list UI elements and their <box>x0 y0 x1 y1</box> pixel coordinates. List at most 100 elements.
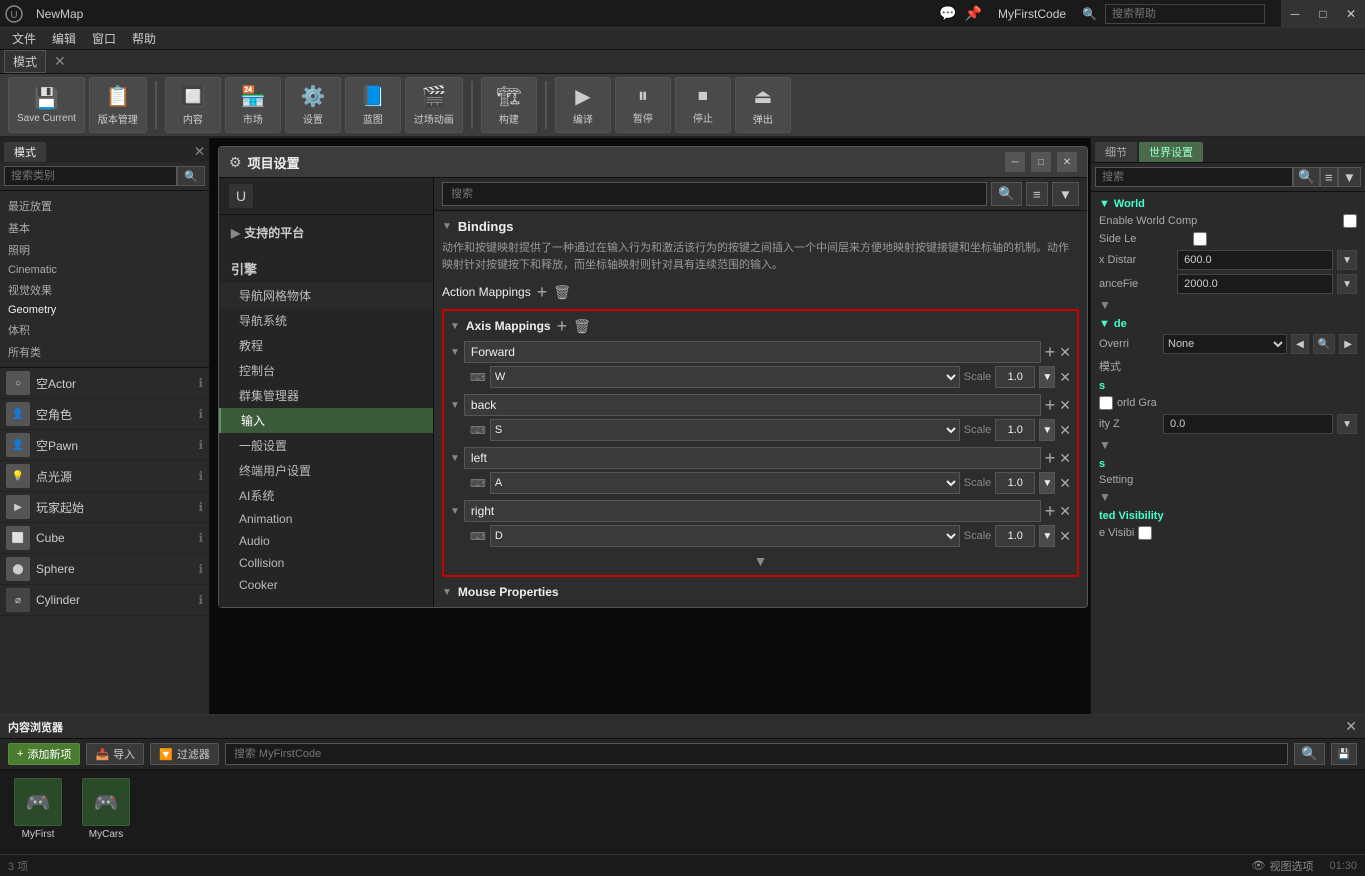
title-search-input[interactable] <box>1105 4 1265 24</box>
dialog-minimize-button[interactable]: ─ <box>1005 152 1025 172</box>
right-scale-input[interactable] <box>995 525 1035 547</box>
forward-key-remove-button[interactable]: ✕ <box>1059 369 1071 386</box>
mode-toggle-x[interactable]: ✕ <box>54 53 66 70</box>
cb-import-button[interactable]: 📥 导入 <box>86 743 144 765</box>
mode-panel-close[interactable]: ✕ <box>194 142 205 162</box>
mode-tab[interactable]: 模式 <box>4 142 46 162</box>
category-cinematic[interactable]: Cinematic <box>0 261 209 279</box>
category-geometry[interactable]: Geometry <box>0 301 209 319</box>
x-distance-expand[interactable]: ▼ <box>1337 250 1357 270</box>
back-key-dropdown[interactable]: S <box>490 419 960 441</box>
view-options-button[interactable]: 👁 视图选项 <box>1252 858 1314 874</box>
back-add-key-button[interactable]: + <box>1045 396 1056 414</box>
toolbar-eject-button[interactable]: ⏏ 弹出 <box>735 77 791 133</box>
forward-scale-toggle-button[interactable]: ▼ <box>1039 366 1055 388</box>
bindings-collapse-arrow[interactable]: ▼ <box>442 221 452 232</box>
right-options-button[interactable]: ▼ <box>1338 167 1361 187</box>
cb-add-button[interactable]: + 添加新项 <box>8 743 80 765</box>
menu-window[interactable]: 窗口 <box>84 28 124 50</box>
dialog-search-input[interactable] <box>442 182 987 206</box>
detail-tab[interactable]: 细节 <box>1095 142 1137 162</box>
toolbar-settings-button[interactable]: ⚙️ 设置 <box>285 77 341 133</box>
back-key-remove-button[interactable]: ✕ <box>1059 422 1071 439</box>
cb-close-button[interactable]: ✕ <box>1345 718 1357 735</box>
category-volume[interactable]: 体积 <box>0 319 209 341</box>
actor-cube[interactable]: ⬜ Cube ℹ <box>0 523 209 554</box>
actor-search-button[interactable]: 🔍 <box>177 166 205 186</box>
sidebar-item-collision[interactable]: Collision <box>219 552 433 574</box>
toolbar-version-button[interactable]: 📋 版本管理 <box>89 77 147 133</box>
actor-cylinder[interactable]: ⌀ Cylinder ℹ <box>0 585 209 616</box>
dialog-maximize-button[interactable]: □ <box>1031 152 1051 172</box>
left-collapse-icon[interactable]: ▼ <box>450 453 460 464</box>
sidebar-item-audio[interactable]: Audio <box>219 530 433 552</box>
right-search-button[interactable]: 🔍 <box>1293 167 1320 187</box>
right-search-input[interactable] <box>1095 167 1293 187</box>
category-basic[interactable]: 基本 <box>0 217 209 239</box>
actor-empty-pawn[interactable]: 👤 空Pawn ℹ <box>0 430 209 461</box>
actor-player-start[interactable]: ▶ 玩家起始 ℹ <box>0 492 209 523</box>
left-key-dropdown[interactable]: A <box>490 472 960 494</box>
forward-key-dropdown[interactable]: W <box>490 366 960 388</box>
world-section-arrow[interactable]: ▼ <box>1099 198 1110 210</box>
lod-section-arrow[interactable]: ▼ <box>1099 318 1110 330</box>
enable-world-comp-checkbox[interactable] <box>1343 214 1357 228</box>
axis-delete-button[interactable]: 🗑 <box>573 318 591 335</box>
sidebar-item-tutorial[interactable]: 教程 <box>219 333 433 358</box>
menu-help[interactable]: 帮助 <box>124 28 164 50</box>
dialog-options-button[interactable]: ▼ <box>1052 182 1079 206</box>
right-name-input[interactable] <box>464 500 1041 522</box>
left-name-input[interactable] <box>464 447 1041 469</box>
sidebar-item-end-user[interactable]: 终端用户设置 <box>219 458 433 483</box>
right-key-remove-button[interactable]: ✕ <box>1059 528 1071 545</box>
right-collapse-icon[interactable]: ▼ <box>450 506 460 517</box>
visibility-checkbox[interactable] <box>1138 526 1152 540</box>
world-expand-button[interactable]: ▼ <box>1099 298 1111 312</box>
axis-add-button[interactable]: + <box>557 317 568 335</box>
gravity-expand-button[interactable]: ▼ <box>1099 438 1111 452</box>
lod-search-icon-btn[interactable]: 🔍 <box>1313 334 1335 354</box>
lod-left-arrow[interactable]: ◀ <box>1291 334 1309 354</box>
menu-edit[interactable]: 编辑 <box>44 28 84 50</box>
left-key-remove-button[interactable]: ✕ <box>1059 475 1071 492</box>
actor-sphere[interactable]: ⬤ Sphere ℹ <box>0 554 209 585</box>
cb-item-1[interactable]: 🎮 MyCars <box>76 778 136 840</box>
menu-file[interactable]: 文件 <box>4 28 44 50</box>
toolbar-stop-button[interactable]: ⏹ 停止 <box>675 77 731 133</box>
settings-expand-button[interactable]: ▼ <box>1099 490 1111 504</box>
back-collapse-icon[interactable]: ▼ <box>450 400 460 411</box>
cb-filter-button[interactable]: 🔽 过滤器 <box>150 743 219 765</box>
side-length-checkbox[interactable] <box>1193 232 1207 246</box>
close-button[interactable]: ✕ <box>1337 0 1365 28</box>
forward-scale-input[interactable] <box>995 366 1035 388</box>
sidebar-item-input[interactable]: 输入 <box>219 408 433 433</box>
forward-collapse-icon[interactable]: ▼ <box>450 347 460 358</box>
back-scale-toggle-button[interactable]: ▼ <box>1039 419 1055 441</box>
sidebar-item-ai[interactable]: AI系统 <box>219 483 433 508</box>
mouse-collapse-icon[interactable]: ▼ <box>442 587 452 598</box>
left-delete-button[interactable]: ✕ <box>1059 450 1071 467</box>
back-name-input[interactable] <box>464 394 1041 416</box>
dialog-search-go-button[interactable]: 🔍 <box>991 182 1022 206</box>
sidebar-item-nav-mesh[interactable]: 导航网格物体 <box>219 283 433 308</box>
toolbar-blueprint-button[interactable]: 📘 蓝图 <box>345 77 401 133</box>
right-key-dropdown[interactable]: D <box>490 525 960 547</box>
actor-empty-actor[interactable]: ○ 空Actor ℹ <box>0 368 209 399</box>
left-scale-toggle-button[interactable]: ▼ <box>1039 472 1055 494</box>
category-recently-placed[interactable]: 最近放置 <box>0 195 209 217</box>
toolbar-pause-button[interactable]: ⏸ 暂停 <box>615 77 671 133</box>
sidebar-item-nav-system[interactable]: 导航系统 <box>219 308 433 333</box>
cb-save-button[interactable]: 💾 <box>1331 743 1357 765</box>
sidebar-item-crowd[interactable]: 群集管理器 <box>219 383 433 408</box>
cb-item-0[interactable]: 🎮 MyFirst <box>8 778 68 840</box>
sidebar-item-console[interactable]: 控制台 <box>219 358 433 383</box>
actor-empty-character[interactable]: 👤 空角色 ℹ <box>0 399 209 430</box>
lancefield-input[interactable] <box>1177 274 1333 294</box>
platforms-header[interactable]: ▶ 支持的平台 <box>219 219 433 246</box>
lod-right-arrow[interactable]: ▶ <box>1339 334 1357 354</box>
forward-add-key-button[interactable]: + <box>1045 343 1056 361</box>
minimize-button[interactable]: ─ <box>1281 0 1309 28</box>
engine-header[interactable]: 引擎 <box>219 254 433 283</box>
dialog-close-button[interactable]: ✕ <box>1057 152 1077 172</box>
sidebar-item-animation[interactable]: Animation <box>219 508 433 530</box>
